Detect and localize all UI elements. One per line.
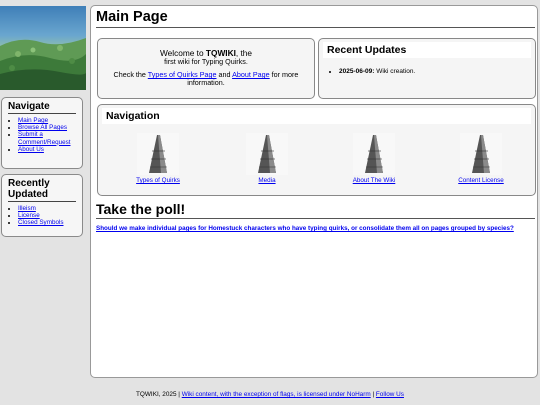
- sidebar-navigate: Navigate Main Page Browse All Pages Subm…: [1, 97, 83, 169]
- recent-item: Illeism: [18, 205, 76, 212]
- about-page-link[interactable]: About Page: [232, 70, 270, 79]
- sidebar-item-main-page: Main Page: [18, 117, 76, 124]
- sidebar-navigate-heading: Navigate: [8, 101, 76, 114]
- main-content: Main Page Welcome to TQWIKI, the first w…: [90, 5, 538, 378]
- footer: TQWIKI, 2025 | Wiki content, with the ex…: [0, 391, 540, 398]
- nav-link-about-the-wiki[interactable]: About The Wiki: [339, 177, 409, 184]
- building-icon: [460, 133, 502, 175]
- sidebar-link-browse[interactable]: Browse All Pages: [18, 124, 67, 131]
- recent-item: Closed Symbols: [18, 219, 76, 226]
- welcome-panel: Welcome to TQWIKI, the first wiki for Ty…: [97, 38, 315, 99]
- footer-copyright: TQWIKI, 2025 |: [136, 391, 182, 398]
- sidebar-item-submit: Submit a Comment/Request: [18, 131, 76, 145]
- footer-follow-link[interactable]: Follow Us: [376, 391, 404, 398]
- recent-link-closed-symbols[interactable]: Closed Symbols: [18, 219, 64, 226]
- update-date: 2025-06-09:: [339, 68, 375, 75]
- navigation-heading: Navigation: [102, 108, 531, 124]
- poll-heading: Take the poll!: [96, 201, 535, 219]
- sidebar-link-main-page[interactable]: Main Page: [18, 117, 48, 124]
- recent-link-license[interactable]: License: [18, 212, 40, 219]
- nav-tile-media[interactable]: Media: [232, 133, 302, 184]
- nav-tile-about-the-wiki[interactable]: About The Wiki: [339, 133, 409, 184]
- sidebar-recently-updated: Recently Updated Illeism License Closed …: [1, 174, 83, 237]
- nav-link-media[interactable]: Media: [232, 177, 302, 184]
- landscape-image: [0, 38, 86, 90]
- nav-link-types-of-quirks[interactable]: Types of Quirks: [123, 177, 193, 184]
- welcome-tagline: first wiki for Typing Quirks.: [164, 57, 248, 66]
- building-icon: [137, 133, 179, 175]
- recent-updates-heading: Recent Updates: [323, 42, 531, 58]
- site-logo[interactable]: [0, 6, 86, 90]
- recent-item: License: [18, 212, 76, 219]
- welcome-check-text: Check the: [113, 70, 148, 79]
- building-icon: [353, 133, 395, 175]
- nav-tile-content-license[interactable]: Content License: [446, 133, 516, 184]
- nav-link-content-license[interactable]: Content License: [446, 177, 516, 184]
- recent-updates-panel: Recent Updates 2025-06-09: Wiki creation…: [318, 38, 536, 99]
- recent-link-illeism[interactable]: Illeism: [18, 205, 36, 212]
- nav-tile-types-of-quirks[interactable]: Types of Quirks: [123, 133, 193, 184]
- sidebar-link-about[interactable]: About Us: [18, 146, 44, 153]
- poll-question-link[interactable]: Should we make individual pages for Home…: [96, 225, 526, 233]
- footer-license-link[interactable]: Wiki content, with the exception of flag…: [182, 391, 371, 398]
- page-title: Main Page: [96, 9, 535, 28]
- update-item: 2025-06-09: Wiki creation.: [339, 68, 535, 75]
- sidebar-item-browse: Browse All Pages: [18, 124, 76, 131]
- sidebar-recent-heading: Recently Updated: [8, 178, 76, 202]
- sidebar-link-submit[interactable]: Submit a Comment/Request: [18, 131, 71, 145]
- navigation-panel: Navigation Types of Quirks Media About T…: [97, 104, 536, 196]
- update-text: Wiki creation.: [374, 68, 416, 75]
- building-icon: [246, 133, 288, 175]
- welcome-text: Welcome to TQWIKI, the first wiki for Ty…: [104, 49, 308, 87]
- sidebar-item-about: About Us: [18, 146, 76, 153]
